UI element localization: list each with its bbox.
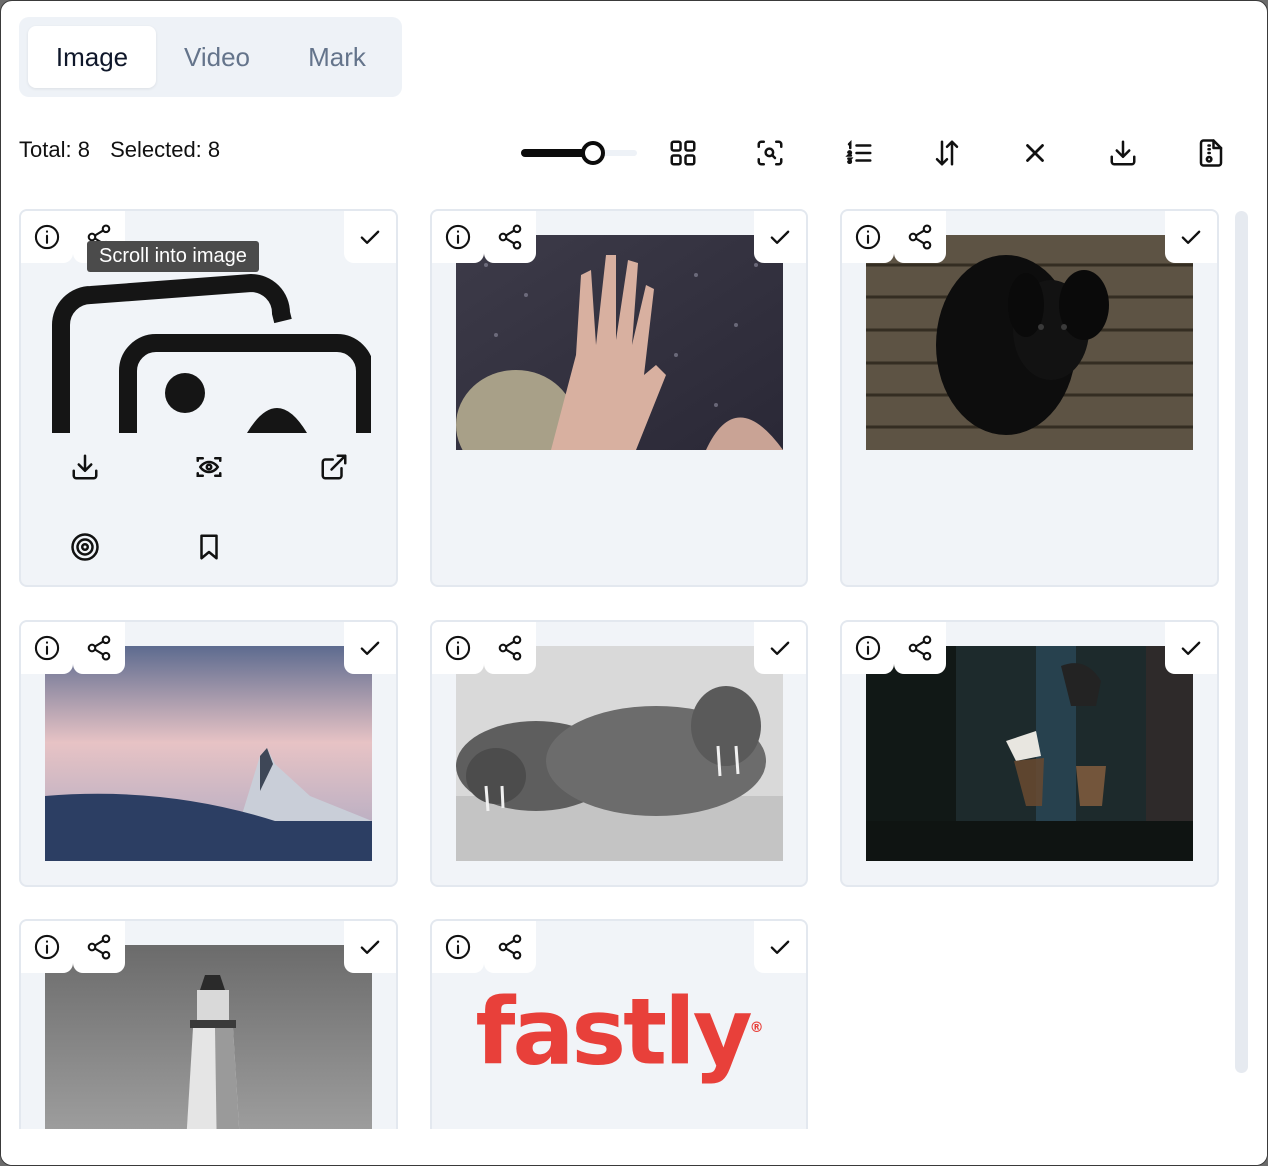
check-icon[interactable]	[344, 211, 396, 263]
clear-selection-icon[interactable]	[1018, 136, 1052, 170]
info-icon[interactable]	[432, 622, 484, 674]
scroll-area-bottom	[1, 1129, 1267, 1165]
check-icon[interactable]	[754, 622, 806, 674]
info-icon[interactable]	[432, 211, 484, 263]
image-card[interactable]	[840, 209, 1219, 587]
lighthouse-photo	[45, 945, 372, 1160]
info-icon[interactable]	[842, 622, 894, 674]
grid-scrollbar[interactable]	[1235, 211, 1248, 1073]
fastly-logo: fastly®	[432, 973, 806, 1088]
share-icon[interactable]	[484, 622, 536, 674]
image-card[interactable]	[19, 620, 398, 887]
tab-video[interactable]: Video	[167, 26, 267, 88]
scan-search-icon[interactable]	[753, 136, 787, 170]
sort-icon[interactable]	[930, 136, 964, 170]
info-icon[interactable]	[842, 211, 894, 263]
selection-counts: Total: 8 Selected: 8	[19, 137, 220, 163]
numbered-list-icon[interactable]	[842, 136, 876, 170]
share-icon[interactable]	[73, 622, 125, 674]
share-icon[interactable]	[484, 921, 536, 973]
info-icon[interactable]	[21, 622, 73, 674]
image-card[interactable]	[430, 620, 808, 887]
tab-image[interactable]: Image	[28, 26, 156, 88]
share-icon[interactable]	[894, 211, 946, 263]
logo-text: fastly	[475, 978, 752, 1086]
check-icon[interactable]	[754, 211, 806, 263]
media-tabs: Image Video Mark	[19, 17, 402, 97]
info-icon[interactable]	[432, 921, 484, 973]
check-icon[interactable]	[754, 921, 806, 973]
slider-thumb[interactable]	[580, 141, 605, 165]
total-count: Total: 8	[19, 137, 90, 162]
thumbnail-size-slider[interactable]	[521, 139, 637, 167]
download-icon[interactable]	[65, 447, 105, 487]
image-card[interactable]: Scroll into image	[19, 209, 398, 587]
preview-eye-icon[interactable]	[189, 447, 229, 487]
bookmark-icon[interactable]	[189, 527, 229, 567]
info-icon[interactable]	[21, 921, 73, 973]
tooltip: Scroll into image	[87, 241, 259, 272]
image-card[interactable]	[840, 620, 1219, 887]
check-icon[interactable]	[344, 921, 396, 973]
open-external-icon[interactable]	[314, 447, 354, 487]
logo-registered-mark: ®	[749, 1020, 764, 1036]
check-icon[interactable]	[1165, 211, 1217, 263]
file-export-icon[interactable]	[1194, 136, 1228, 170]
check-icon[interactable]	[1165, 622, 1217, 674]
image-card[interactable]	[430, 209, 808, 587]
placeholder-images-icon	[52, 273, 371, 433]
hand-on-rainy-window-photo	[456, 235, 783, 450]
black-puppy-on-wood-photo	[866, 235, 1193, 450]
walruses-on-beach-photo	[456, 646, 783, 861]
card-actions	[21, 443, 396, 583]
grid-layout-icon[interactable]	[666, 136, 700, 170]
tab-mark[interactable]: Mark	[291, 26, 383, 88]
share-icon[interactable]	[484, 211, 536, 263]
share-icon[interactable]	[73, 921, 125, 973]
selected-count: Selected: 8	[110, 137, 221, 162]
share-icon[interactable]	[894, 622, 946, 674]
info-icon[interactable]	[21, 211, 73, 263]
snowy-mountain-peak-photo	[45, 646, 372, 861]
app-window: Image Video Mark Total: 8 Selected: 8 Sc…	[0, 0, 1268, 1166]
coffee-brewing-photo	[866, 646, 1193, 861]
target-icon[interactable]	[65, 527, 105, 567]
download-icon[interactable]	[1106, 136, 1140, 170]
check-icon[interactable]	[344, 622, 396, 674]
